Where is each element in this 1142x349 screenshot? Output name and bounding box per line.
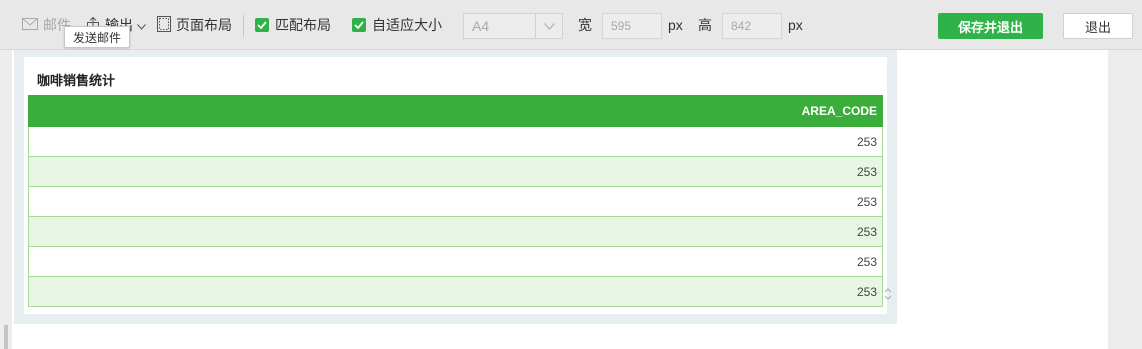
page-layout-label: 页面布局 — [176, 17, 232, 33]
table-cell[interactable]: 253 — [28, 156, 883, 187]
toolbar-divider — [243, 15, 244, 37]
column-header-area-code[interactable]: AREA_CODE — [28, 95, 883, 127]
right-panel — [1108, 50, 1142, 349]
table-header-row: AREA_CODE — [28, 95, 883, 127]
autofit-checkbox[interactable]: 自适应大小 — [352, 0, 442, 50]
page-layout-icon — [157, 15, 171, 35]
checkbox-checked-icon — [255, 18, 269, 32]
table-cell[interactable]: 253 — [28, 246, 883, 277]
table-row: 253 — [28, 246, 883, 277]
width-label: 宽 — [578, 17, 592, 33]
left-scrollbar[interactable] — [0, 50, 12, 349]
table-row: 253 — [28, 156, 883, 187]
match-layout-checkbox[interactable]: 匹配布局 — [255, 0, 331, 50]
save-and-exit-button[interactable]: 保存并退出 — [938, 13, 1043, 39]
match-layout-label: 匹配布局 — [275, 17, 331, 33]
table-row: 253 — [28, 216, 883, 247]
toolbar: 邮件 输出 页面布局 匹配布局 自适应大小 A4 宽 595 px 高 842 … — [0, 0, 1142, 50]
report-title: 咖啡销售统计 — [37, 73, 116, 88]
checkbox-checked-icon — [352, 18, 366, 32]
envelope-icon — [22, 17, 38, 33]
report-table: AREA_CODE 253 253 253 253 253 253 — [28, 95, 883, 307]
chevron-down-icon — [137, 17, 146, 33]
send-mail-tooltip: 发送邮件 — [64, 26, 130, 48]
table-cell[interactable]: 253 — [28, 216, 883, 247]
table-row: 253 — [28, 186, 883, 217]
height-input[interactable]: 842 — [722, 13, 782, 39]
width-input[interactable]: 595 — [602, 13, 662, 39]
table-cell[interactable]: 253 — [28, 126, 883, 157]
paper-size-select[interactable]: A4 — [463, 13, 563, 39]
scrollbar-thumb[interactable] — [4, 325, 8, 349]
paper-size-value: A4 — [472, 18, 490, 34]
width-unit: px — [668, 17, 683, 33]
autofit-label: 自适应大小 — [372, 17, 442, 33]
chevron-down-icon — [535, 14, 562, 38]
exit-button[interactable]: 退出 — [1063, 13, 1133, 39]
table-row: 253 — [28, 276, 883, 307]
resize-handle-icon[interactable] — [884, 287, 892, 304]
table-cell[interactable]: 253 — [28, 276, 883, 307]
table-row: 253 — [28, 126, 883, 157]
table-cell[interactable]: 253 — [28, 186, 883, 217]
page-layout-button[interactable]: 页面布局 — [157, 0, 232, 50]
height-label: 高 — [698, 17, 712, 33]
height-unit: px — [788, 17, 803, 33]
